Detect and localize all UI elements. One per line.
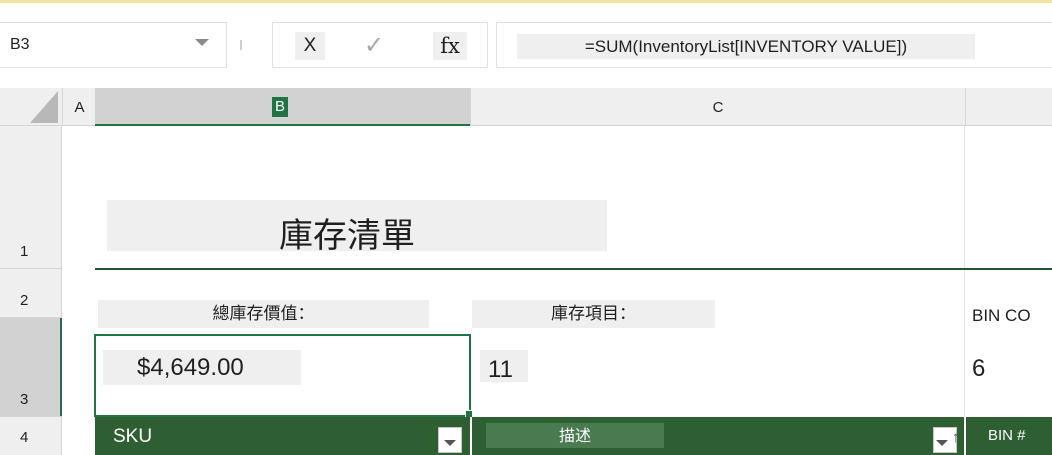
row-header-1-label: 1 (20, 243, 29, 260)
select-all-button[interactable] (30, 91, 58, 123)
formula-text[interactable]: =SUM(InventoryList[INVENTORY VALUE]) (517, 34, 975, 59)
sheet-title: 庫存清單 (279, 216, 415, 256)
formula-commands: X ✓ fx (272, 22, 488, 68)
name-box-value[interactable]: B3 (10, 36, 30, 54)
formula-bar-splitter[interactable] (240, 40, 242, 50)
description-filter-button[interactable]: ↑ (933, 427, 960, 453)
total-value-label[interactable]: 總庫存價值： (98, 300, 429, 328)
total-value[interactable]: $4,649.00 (103, 350, 301, 385)
column-c-gridline (964, 126, 965, 417)
formula-input[interactable]: =SUM(InventoryList[INVENTORY VALUE]) (496, 22, 1052, 68)
table-header-sku-label: SKU (113, 426, 153, 447)
row-header-2-label: 2 (20, 292, 29, 309)
row-header-1[interactable]: 1 (0, 126, 62, 269)
row-header-3[interactable]: 3 (0, 318, 62, 416)
column-header-b[interactable]: B (95, 88, 470, 126)
row-header-4-label: 4 (20, 429, 29, 446)
chevron-down-icon (444, 440, 456, 446)
bin-count-value[interactable]: 6 (972, 352, 985, 386)
column-header-a[interactable]: A (62, 88, 96, 126)
sku-filter-button[interactable] (438, 427, 462, 453)
column-header-row: A B C (0, 88, 1052, 126)
cancel-button[interactable]: X (295, 32, 325, 60)
row-header-column: 1 2 3 4 (0, 126, 62, 455)
name-box[interactable]: B3 (0, 22, 227, 68)
row-header-2[interactable]: 2 (0, 269, 62, 318)
chevron-down-icon[interactable] (195, 39, 209, 46)
row-header-3-label: 3 (20, 391, 29, 408)
table-header-sku[interactable]: SKU (95, 417, 470, 455)
table-header-bin[interactable]: BIN # (964, 417, 1052, 455)
title-cell[interactable]: 庫存清單 (107, 200, 607, 256)
title-underline (95, 268, 1052, 270)
insert-function-button[interactable]: fx (433, 32, 467, 60)
inventory-items-value[interactable]: 11 (480, 350, 528, 383)
table-header-bin-label: BIN # (988, 427, 1026, 444)
inventory-items-label[interactable]: 庫存項目： (472, 300, 715, 328)
bin-count-label[interactable]: BIN CO (972, 306, 1031, 326)
table-header-description-label: 描述 (486, 423, 664, 448)
row-header-4[interactable]: 4 (0, 416, 62, 455)
sort-ascending-icon: ↑ (952, 429, 960, 446)
column-header-c[interactable]: C (470, 88, 966, 126)
chevron-down-icon (936, 440, 948, 446)
table-header-description[interactable]: 描述 ↑ (470, 417, 964, 455)
enter-button[interactable]: ✓ (357, 32, 391, 60)
column-header-b-label: B (272, 97, 288, 117)
